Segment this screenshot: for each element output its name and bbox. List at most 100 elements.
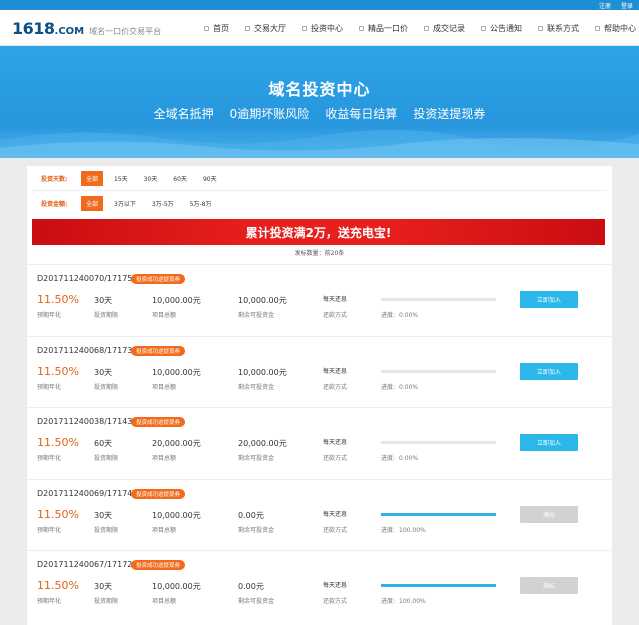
remaining-label: 剩余可投资金: [238, 455, 275, 462]
term-label: 投资期限: [94, 526, 119, 534]
remaining-value: 10,000.00元: [238, 296, 287, 305]
filter-divider: [32, 190, 607, 191]
filter-option[interactable]: 5万-8万: [185, 196, 217, 211]
investment-list: D201711240070/17175 投资成功送提现券 11.50% 预期年化 30天…: [27, 264, 612, 622]
join-button[interactable]: 立即加入: [520, 291, 578, 308]
nav-bullet-icon: [245, 25, 250, 31]
login-link[interactable]: 登录: [621, 1, 633, 10]
logo-tagline: 域名一口价交易平台: [89, 27, 162, 36]
join-button[interactable]: 立即加入: [520, 434, 578, 451]
full-button[interactable]: 满标: [520, 577, 578, 594]
nav-item[interactable]: 精品一口价: [359, 23, 408, 34]
filter-option[interactable]: 60天: [168, 171, 192, 186]
filter-option[interactable]: 90天: [198, 171, 222, 186]
filter-option[interactable]: 全部: [81, 195, 104, 211]
banner-subtitles: 全域名抵押 0逾期坏账风险 收益每日结算 投资送提现券: [0, 105, 639, 122]
term-label: 投资期限: [94, 383, 119, 391]
filter-days-label: 投资天数:: [41, 175, 68, 183]
nav-bullet-icon: [359, 25, 364, 31]
nav-bullet-icon: [595, 25, 600, 31]
item-id: D201711240069/17174: [37, 488, 133, 498]
annual-rate: 11.50%: [37, 436, 79, 449]
nav-item[interactable]: 首页: [204, 23, 229, 34]
full-button[interactable]: 满标: [520, 505, 578, 523]
banner-subtitle: 投资送提现券: [413, 107, 486, 121]
filter-days: 投资天数: 全部 15天 30天 60天 90天: [27, 167, 612, 189]
filter-amount-label: 投资金额:: [41, 200, 68, 208]
annual-rate-label: 预期年化: [37, 598, 62, 605]
site-logo[interactable]: 1618 .COM 域名一口价交易平台: [12, 19, 161, 38]
promo-tag: 投资成功送提现券: [131, 274, 186, 284]
annual-rate: 11.50%: [37, 293, 79, 306]
promo-tag: 投资成功送提现券: [131, 345, 186, 356]
promo-tag: 投资成功送提现券: [131, 488, 186, 499]
term-value: 30天: [94, 510, 113, 520]
annual-rate: 11.50%: [37, 579, 79, 592]
repayment-label: 还款方式: [323, 383, 348, 391]
progress-label: 进度:: [381, 455, 396, 462]
progress-value: 0.00%: [399, 455, 419, 462]
listing-count: 发标数量：前20条: [294, 250, 345, 257]
remaining-label: 剩余可投资金: [238, 312, 275, 319]
investment-item: D201711240069/17174 投资成功送提现券 11.50% 预期年化 30天…: [27, 478, 612, 551]
progress-text: 进度: 0.00%: [381, 310, 418, 319]
progress-bar-fill: [381, 584, 496, 587]
repayment-label: 还款方式: [323, 526, 348, 534]
total-value: 10,000.00元: [152, 582, 201, 591]
total-value: 20,000.00元: [152, 439, 201, 448]
nav-item-label: 联系方式: [547, 23, 579, 33]
promo-tag: 投资成功送提现券: [131, 560, 186, 570]
item-id: D201711240067/17172: [37, 560, 133, 569]
progress-label: 进度:: [381, 383, 396, 391]
banner-subtitle: 全域名抵押: [153, 107, 214, 121]
remaining-value: 0.00元: [238, 510, 264, 520]
term-label: 投资期限: [94, 598, 119, 605]
nav-item-label: 交易大厅: [254, 23, 286, 33]
nav-bullet-icon: [481, 25, 486, 31]
nav-item-label: 投资中心: [311, 23, 343, 33]
top-bar: 注册 登录: [0, 0, 639, 10]
filter-option[interactable]: 15天: [109, 171, 133, 186]
progress-label: 进度:: [381, 312, 396, 319]
investment-item: D201711240067/17172 投资成功送提现券 11.50% 预期年化 30天…: [27, 550, 612, 622]
term-value: 30天: [94, 367, 113, 377]
annual-rate-label: 预期年化: [37, 526, 62, 534]
filter-option[interactable]: 3万-5万: [147, 196, 179, 211]
annual-rate-label: 预期年化: [37, 312, 62, 319]
progress-bar-fill: [381, 512, 496, 516]
filter-option[interactable]: 3万以下: [109, 196, 141, 211]
remaining-label: 剩余可投资金: [238, 598, 275, 605]
main-nav: 首页 交易大厅 投资中心 精品一口价 成交记录 公告通知 联系方式 帮助中心: [204, 10, 639, 46]
progress-bar: [381, 369, 496, 373]
nav-item-label: 成交记录: [433, 23, 465, 33]
investment-item: D201711240068/17173 投资成功送提现券 11.50% 预期年化 30天…: [27, 335, 612, 408]
remaining-value: 0.00元: [238, 582, 264, 591]
nav-item[interactable]: 联系方式: [538, 23, 579, 34]
nav-item[interactable]: 投资中心: [302, 23, 343, 34]
annual-rate-label: 预期年化: [37, 455, 62, 462]
nav-item[interactable]: 公告通知: [481, 23, 522, 34]
join-button[interactable]: 立即加入: [520, 362, 578, 380]
annual-rate: 11.50%: [37, 507, 79, 521]
nav-item[interactable]: 交易大厅: [245, 23, 286, 34]
term-label: 投资期限: [94, 312, 119, 319]
register-link[interactable]: 注册: [599, 1, 611, 10]
nav-item[interactable]: 帮助中心: [595, 23, 636, 34]
progress-bar: [381, 441, 496, 444]
term-value: 60天: [94, 439, 113, 448]
item-id: D201711240068/17173: [37, 345, 133, 355]
promo-banner[interactable]: 累计投资满2万，送充电宝!: [32, 219, 605, 245]
annual-rate-label: 预期年化: [37, 383, 62, 391]
progress-bar: [381, 584, 496, 587]
repayment-method: 每天还息: [323, 510, 348, 518]
site-header: 1618 .COM 域名一口价交易平台 首页 交易大厅 投资中心 精品一口价 成交记录 公…: [0, 10, 639, 46]
repayment-method: 每天还息: [323, 439, 348, 446]
filter-option[interactable]: 全部: [81, 170, 104, 186]
remaining-value: 20,000.00元: [238, 439, 287, 448]
item-id: D201711240038/17143: [37, 417, 133, 426]
annual-rate: 11.50%: [37, 364, 79, 378]
total-label: 项目总额: [152, 455, 177, 462]
filter-option[interactable]: 30天: [139, 171, 163, 186]
nav-item[interactable]: 成交记录: [424, 23, 465, 34]
progress-bar: [381, 512, 496, 516]
